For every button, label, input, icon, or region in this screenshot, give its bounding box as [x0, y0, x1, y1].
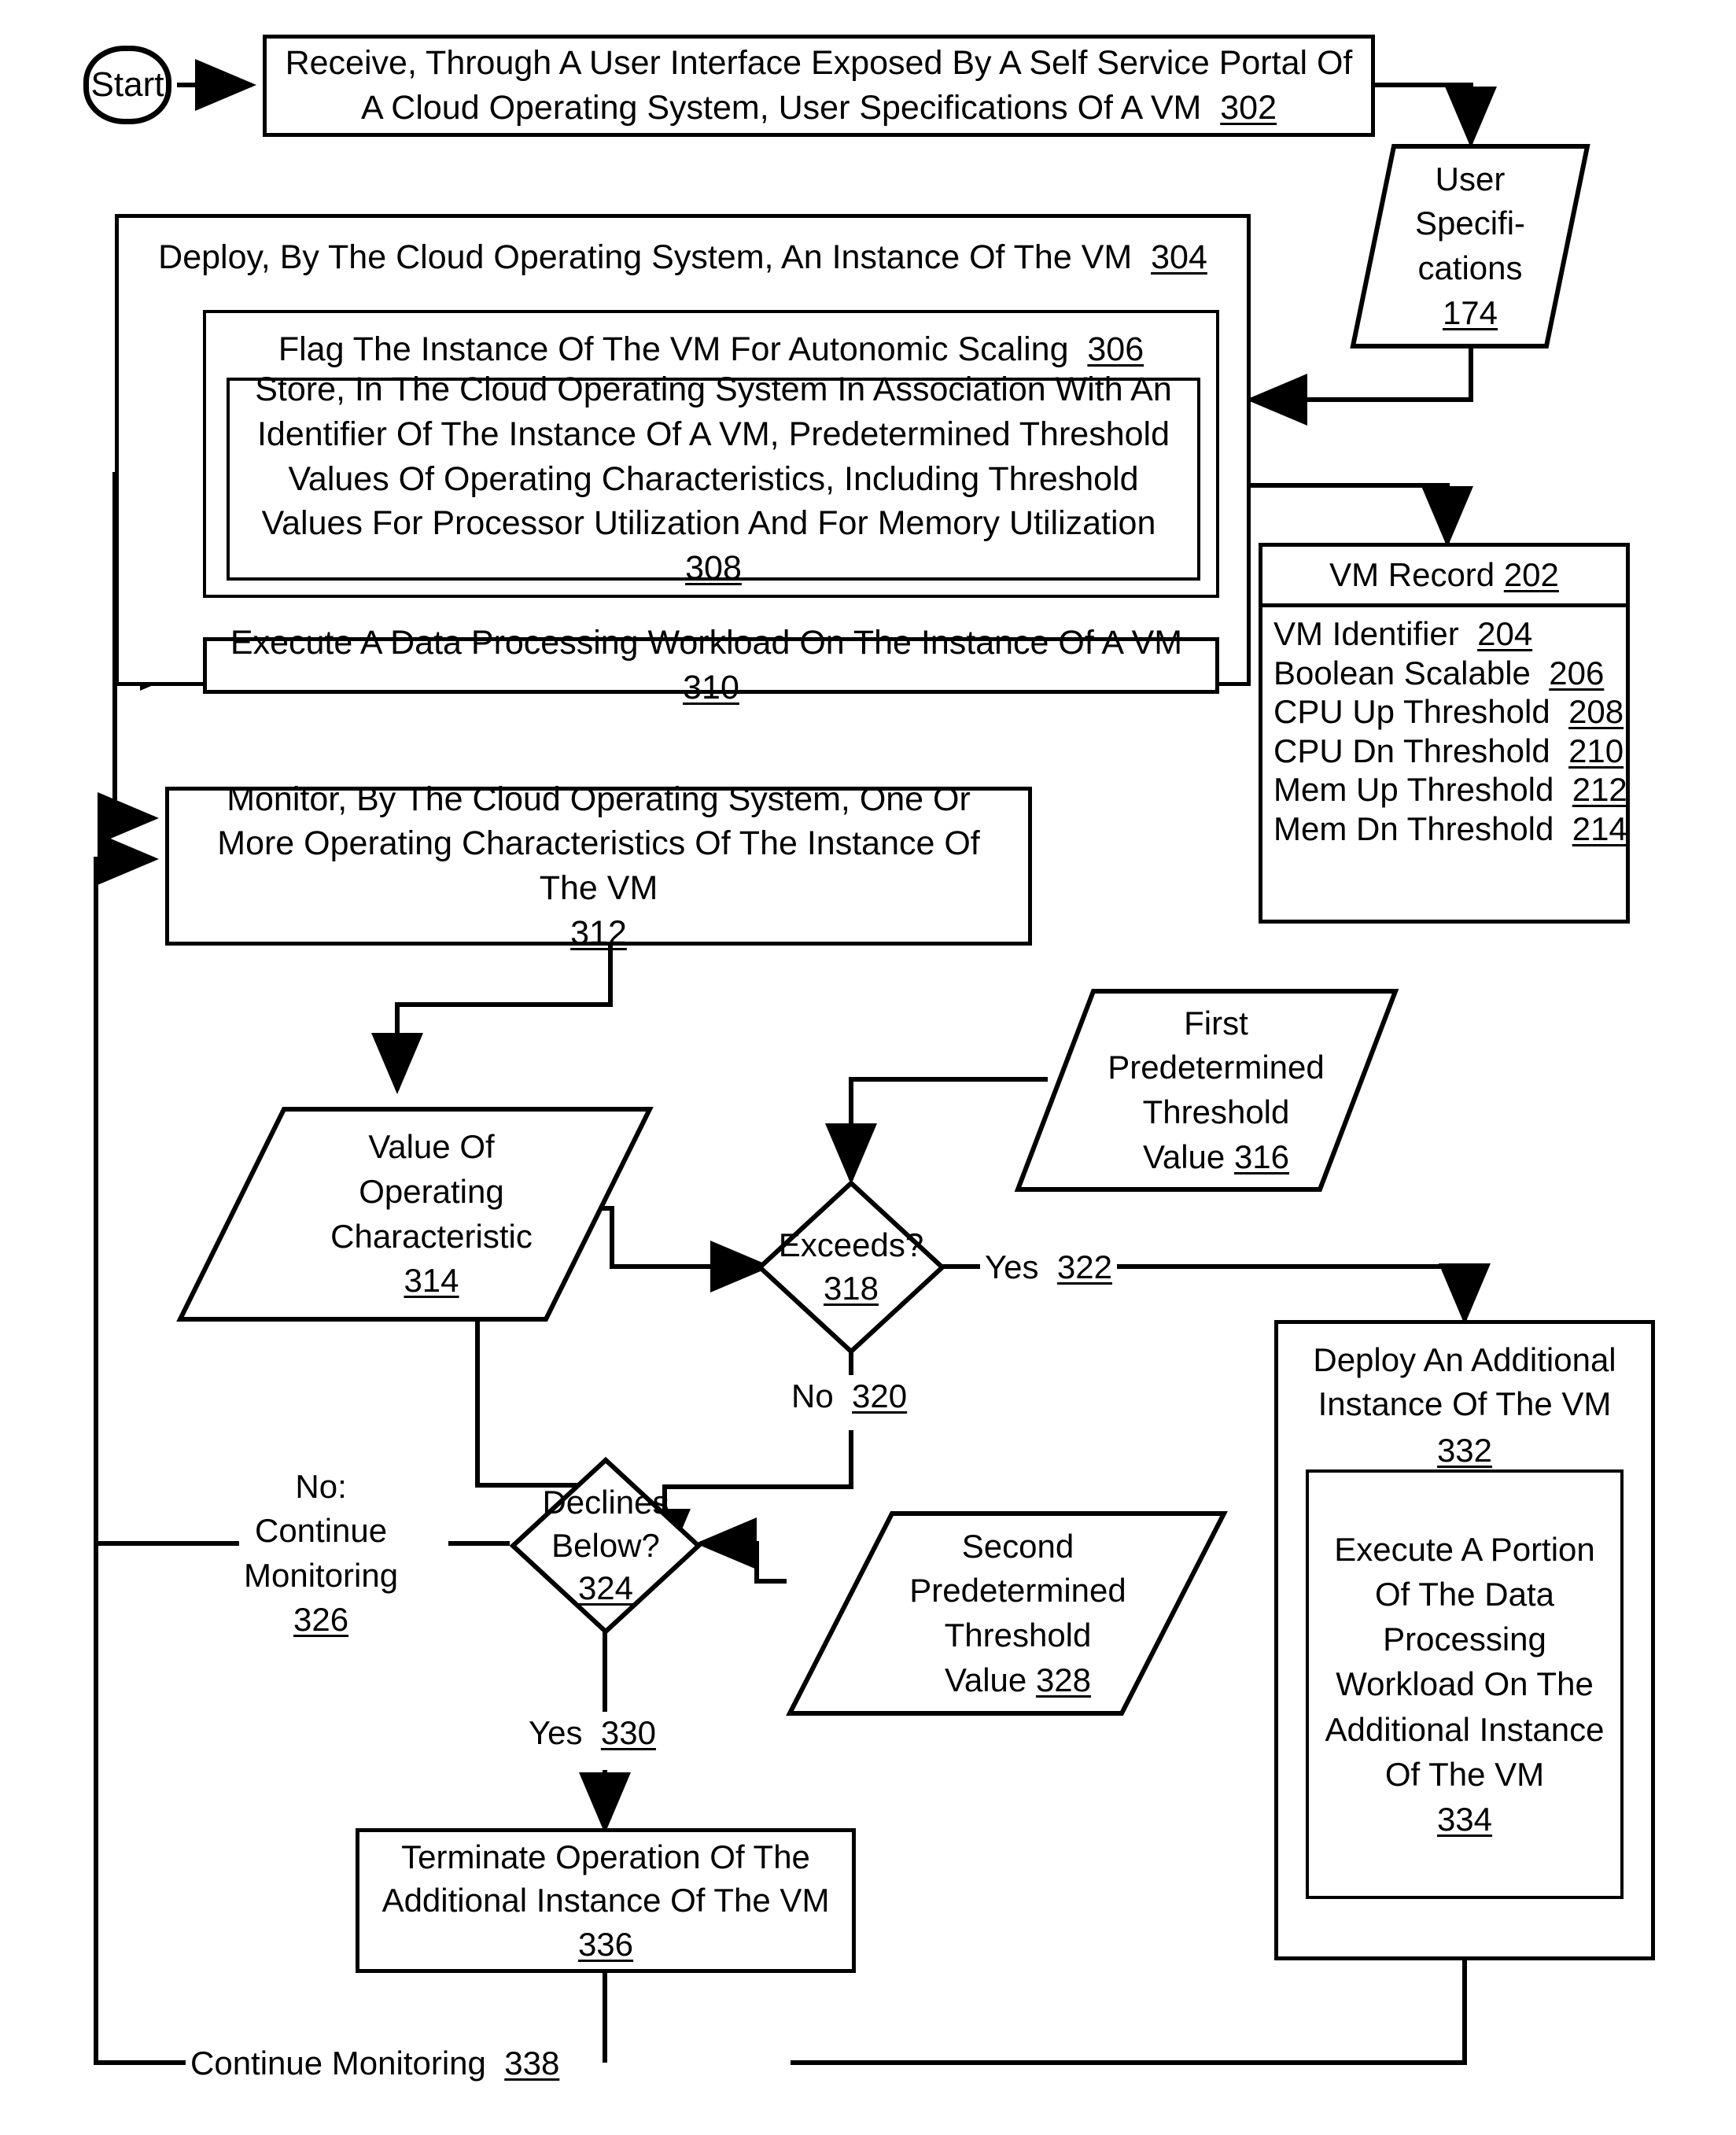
edge-label-326-ref: 326: [293, 1600, 349, 1638]
edge-174-to-304: [1246, 348, 1473, 426]
flowchart-canvas: Start Receive, Through A User Interface …: [0, 0, 1736, 2135]
vm-record-field-row: CPU Dn Threshold 210: [1273, 732, 1624, 769]
vm-record-field-row: Mem Dn Threshold 214: [1273, 809, 1627, 847]
edge-label-no-320: No 320: [787, 1375, 912, 1418]
edge-312-to-314: [371, 946, 613, 1094]
vm-record-fields: VM Identifier 204 Boolean Scalable 206 C…: [1262, 603, 1627, 920]
step-306-text: Flag The Instance Of The VM For Autonomi…: [278, 330, 1144, 368]
vm-record-ref: 202: [1503, 556, 1559, 594]
step-310-execute-workload: Execute A Data Processing Workload On Th…: [203, 624, 1219, 706]
step-336-terminate-additional-instance: Terminate Operation Of The Additional In…: [356, 1828, 856, 1973]
vm-record-field-row: Boolean Scalable 206: [1273, 654, 1605, 691]
step-308-text: Store, In The Cloud Operating System In …: [255, 371, 1172, 588]
step-308-store-threshold-values: Store, In The Cloud Operating System In …: [227, 371, 1200, 587]
decision-318-exceeds: Exceeds? 318: [757, 1180, 945, 1355]
data-first-predetermined-threshold-value-316: First Predetermined Threshold Value 316: [1014, 988, 1399, 1193]
step-304-ref: 304: [1151, 238, 1207, 276]
start-label: Start: [90, 65, 164, 104]
edge-302-to-174: [1375, 83, 1497, 148]
edge-label-yes-322: Yes 322: [980, 1246, 1117, 1289]
vm-record-table: VM Record 202 VM Identifier 204 Boolean …: [1259, 543, 1630, 924]
edge-308-to-vmrecord: [1219, 483, 1473, 548]
vm-record-title: VM Record 202: [1262, 547, 1626, 607]
data-user-specifications-174: User Specifi- cations 174: [1350, 143, 1590, 349]
step-310-ref: 310: [683, 669, 739, 706]
step-336-text: Terminate Operation Of The Additional In…: [381, 1838, 830, 1963]
step-312-text: Monitor, By The Cloud Operating System, …: [217, 780, 980, 952]
edge-label-320-ref: 320: [852, 1377, 908, 1414]
data-second-predetermined-threshold-value-328: Second Predetermined Threshold Value 328: [786, 1510, 1228, 1716]
start-terminator: Start: [83, 46, 171, 124]
edge-label-no-continue-monitoring-326: No: Continue Monitoring 326: [239, 1465, 404, 1643]
step-334-text: Execute A Portion Of The Data Processing…: [1325, 1531, 1605, 1838]
step-332-ref: 332: [1436, 1431, 1493, 1469]
step-304-text: Deploy, By The Cloud Operating System, A…: [158, 238, 1207, 276]
step-302-ref: 302: [1220, 89, 1277, 127]
data-value-of-operating-characteristic-314: Value Of Operating Characteristic 314: [176, 1106, 654, 1322]
step-332-text: Deploy An Additional Instance Of The VM …: [1313, 1341, 1616, 1469]
vm-record-field-row: CPU Up Threshold 208: [1273, 693, 1624, 731]
step-310-text: Execute A Data Processing Workload On Th…: [230, 624, 1183, 706]
vm-record-field-row: VM Identifier 204: [1273, 615, 1533, 652]
step-306-ref: 306: [1087, 330, 1144, 368]
step-336-ref: 336: [577, 1925, 634, 1963]
decision-324-declines-below: Declines Below? 324: [510, 1457, 702, 1635]
step-312-monitor-operating-characteristics: Monitor, By The Cloud Operating System, …: [165, 780, 1032, 952]
edge-332-to-rail: [791, 1960, 1467, 2065]
edge-label-330-ref: 330: [600, 1714, 656, 1751]
step-302-receive-user-specifications: Receive, Through A User Interface Expose…: [263, 35, 1375, 137]
edge-label-yes-330: Yes 330: [524, 1712, 661, 1755]
vm-record-field-row: Mem Up Threshold 212: [1273, 771, 1627, 809]
step-334-execute-portion-of-workload: Execute A Portion Of The Data Processing…: [1306, 1469, 1624, 1899]
step-308-ref: 308: [685, 549, 742, 588]
edge-label-continue-monitoring-338: Continue Monitoring 338: [186, 2042, 565, 2085]
step-334-ref: 334: [1436, 1800, 1493, 1838]
step-312-ref: 312: [570, 913, 627, 952]
edge-label-322-ref: 322: [1056, 1248, 1112, 1285]
edge-label-338-ref: 338: [504, 2045, 560, 2082]
step-302-text: Receive, Through A User Interface Expose…: [285, 44, 1353, 127]
edge-328-to-324: [695, 1517, 787, 1584]
